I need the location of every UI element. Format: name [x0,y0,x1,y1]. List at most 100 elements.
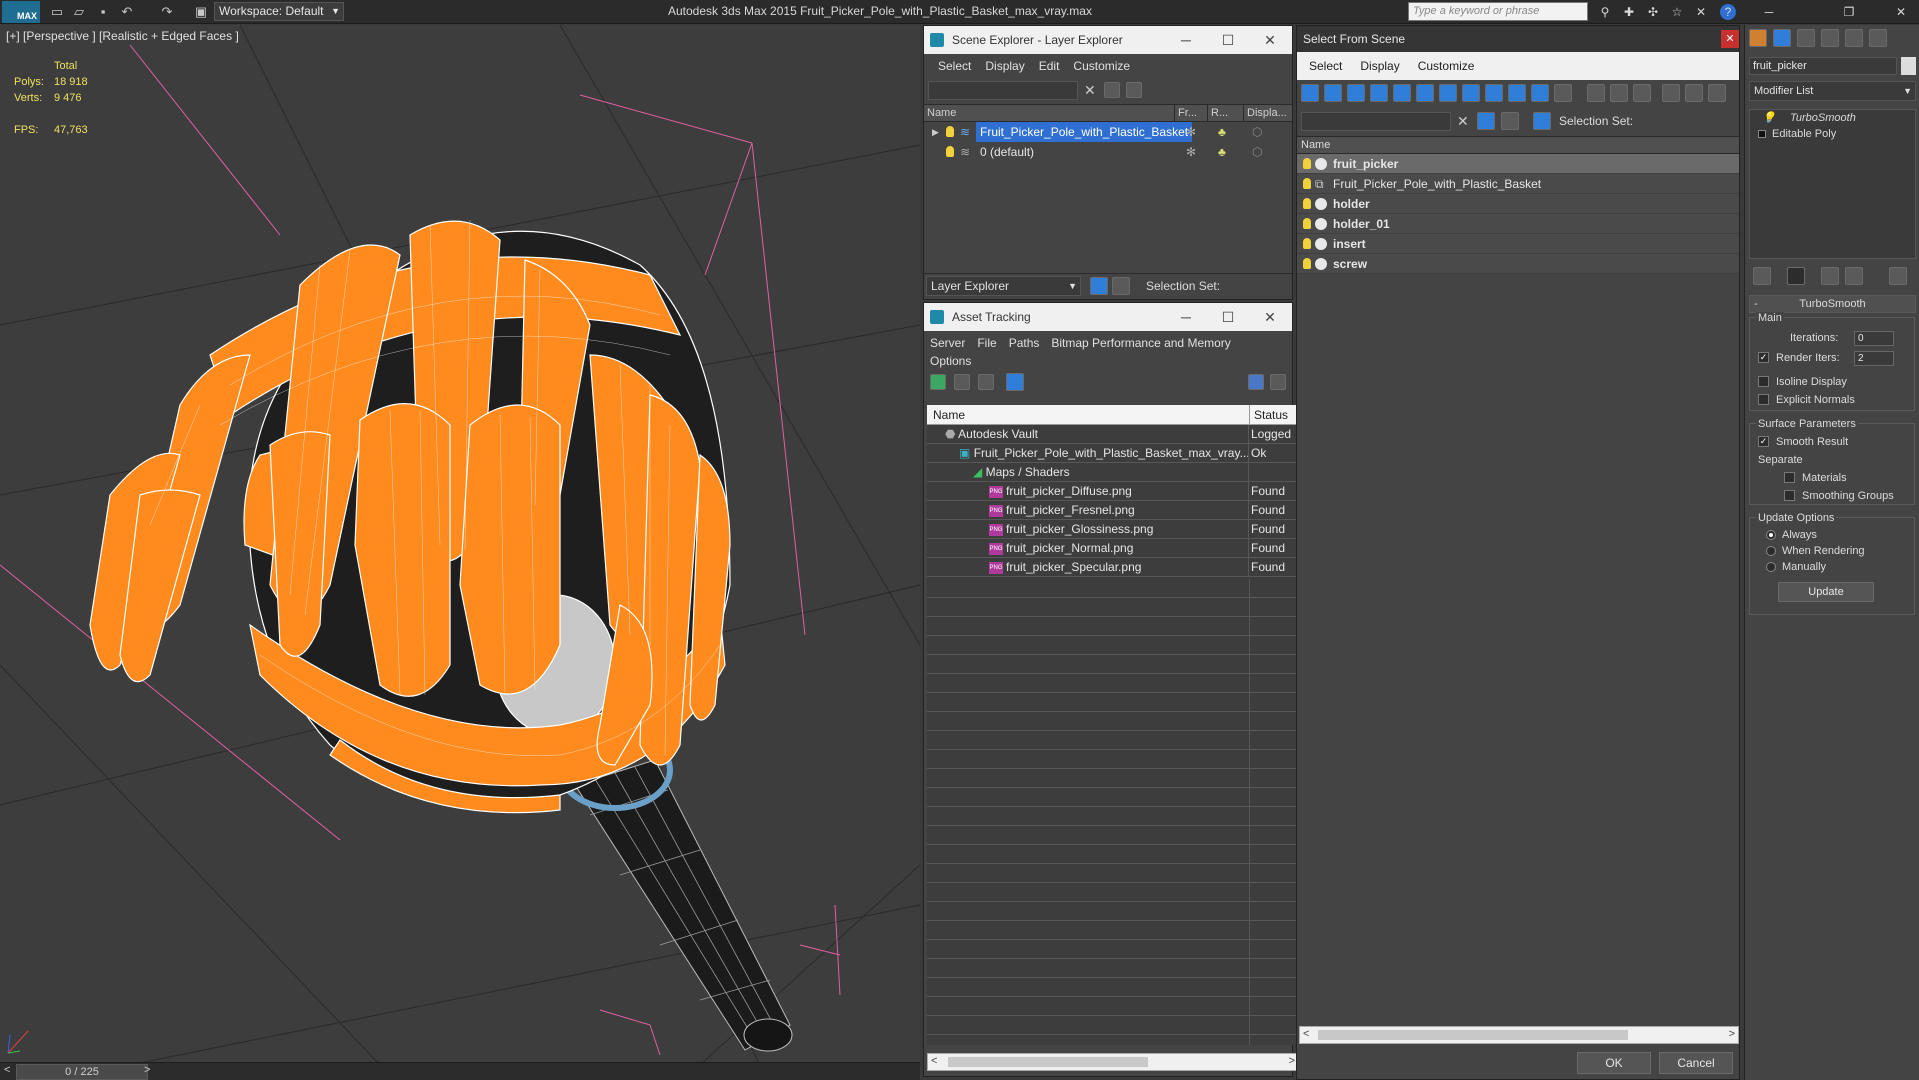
maximize-icon[interactable]: ☐ [1208,26,1248,54]
table-row[interactable]: ▣ Fruit_Picker_Pole_with_Plastic_Basket_… [927,444,1299,463]
layer-tools-icon[interactable] [1126,82,1142,98]
object-color-swatch[interactable] [1901,57,1916,75]
minimize-icon[interactable]: ─ [1166,26,1206,54]
light-bulb-icon[interactable] [946,146,954,157]
redo-icon[interactable]: ↷ [158,3,176,21]
render-teapot-icon[interactable]: ♣ [1218,122,1226,142]
render-teapot-icon[interactable]: ♣ [1218,142,1226,162]
geometry-filter-icon[interactable] [1301,84,1319,102]
list-item[interactable]: insert [1297,234,1739,254]
configure-sets-icon[interactable] [1889,267,1907,285]
list-item[interactable]: ⧉ Fruit_Picker_Pole_with_Plastic_Basket [1297,174,1739,194]
shape-filter-icon[interactable] [1324,84,1342,102]
xref-filter-icon[interactable] [1462,84,1480,102]
column-name[interactable]: Name [1297,136,1739,154]
smooth-result-checkbox[interactable]: ✓ [1758,436,1769,447]
list-item[interactable]: fruit_picker [1297,154,1739,174]
thumbnail-view-icon[interactable] [978,374,994,390]
hierarchy-tab-icon[interactable] [1797,29,1815,47]
open-icon[interactable]: ▱ [70,3,88,21]
perspective-viewport[interactable]: [+] [Perspective ] [Realistic + Edged Fa… [0,25,920,1065]
display-box-icon[interactable]: ⬡ [1252,142,1262,162]
render-iters-checkbox[interactable]: ✓ [1758,352,1769,363]
column-status[interactable]: Status [1249,405,1288,425]
layer-explorer-icon[interactable] [1090,277,1108,295]
spacewarp-filter-icon[interactable] [1416,84,1434,102]
pin-stack-icon[interactable] [1753,267,1771,285]
modifier-list-dropdown[interactable]: Modifier List ▼ [1749,81,1916,101]
invert-selection-icon[interactable] [1633,84,1651,102]
light-bulb-icon[interactable] [1303,218,1311,229]
light-bulb-icon[interactable] [946,126,954,137]
table-row[interactable]: PNG fruit_picker_Specular.png Found [927,558,1299,577]
select-none-icon[interactable] [1610,84,1628,102]
prev-frame-icon[interactable]: < [4,1064,10,1076]
viewport-label[interactable]: [+] [Perspective ] [Realistic + Edged Fa… [6,29,239,43]
filter-toggle-icon[interactable] [1477,112,1495,130]
light-bulb-icon[interactable] [1303,158,1311,169]
filter-icon[interactable] [1662,84,1680,102]
minimize-icon[interactable]: ─ [1166,303,1206,331]
find-field[interactable] [1301,112,1451,131]
collapse-icon[interactable]: - [1754,296,1758,312]
freeze-icon[interactable]: ✻ [1186,122,1196,142]
object-name-field[interactable]: fruit_picker [1749,57,1897,75]
scroll-thumb[interactable] [948,1057,1148,1067]
search-input[interactable]: Type a keyword or phrase [1408,2,1588,21]
star-icon[interactable]: ☆ [1668,3,1686,21]
help-icon[interactable]: ? [1720,4,1736,20]
menu-customize[interactable]: Customize [1418,52,1475,80]
close-icon[interactable]: ✕ [1250,303,1290,331]
bone-filter-icon[interactable] [1485,84,1503,102]
remove-modifier-icon[interactable] [1845,267,1863,285]
menu-options[interactable]: Options [930,352,1292,370]
new-icon[interactable]: ▭ [48,3,66,21]
save-icon[interactable]: ▪ [94,3,112,21]
horizontal-scrollbar[interactable]: < > [1299,1026,1739,1044]
freeze-icon[interactable]: ✻ [1186,142,1196,162]
container-filter-icon[interactable] [1508,84,1526,102]
layer-row[interactable]: ≋ 0 (default) ✻ ♣ ⬡ [924,142,1292,162]
communication-icon[interactable]: ✣ [1644,3,1662,21]
collapse-icon[interactable] [1708,84,1726,102]
time-slider[interactable]: < 0 / 225 > [0,1062,920,1080]
hierarchy-mode-icon[interactable] [1533,112,1551,130]
list-view-icon[interactable] [954,374,970,390]
materials-checkbox[interactable] [1784,472,1795,483]
scroll-left-icon[interactable]: < [931,1055,937,1067]
table-row[interactable]: PNG fruit_picker_Glossiness.png Found [927,520,1299,539]
filter-icon[interactable] [1104,82,1120,98]
help-icon[interactable] [1248,374,1264,390]
select-all-icon[interactable] [1587,84,1605,102]
stack-item-turbosmooth[interactable]: 💡 TurboSmooth [1750,110,1915,126]
column-name[interactable]: Name [924,105,956,122]
settings-icon[interactable] [1270,374,1286,390]
show-end-result-icon[interactable] [1787,267,1805,285]
undo-icon[interactable]: ↶ [118,3,136,21]
menu-select[interactable]: Select [934,54,981,78]
iterations-spinner[interactable]: 0 [1854,331,1894,346]
when-rendering-radio[interactable] [1766,546,1776,556]
group-filter-icon[interactable] [1439,84,1457,102]
hidden-filter-icon[interactable] [1554,84,1572,102]
explorer-type-dropdown[interactable]: Layer Explorer ▼ [926,276,1081,296]
close-icon[interactable]: ✕ [1721,30,1739,48]
list-item[interactable]: screw [1297,254,1739,274]
ok-button[interactable]: OK [1577,1052,1651,1074]
light-bulb-icon[interactable] [1303,238,1311,249]
layer-tools-icon[interactable] [1501,112,1519,130]
menu-select[interactable]: Select [1309,52,1342,80]
stack-item-editable-poly[interactable]: Editable Poly [1750,126,1915,142]
menu-paths[interactable]: Paths [1009,334,1040,352]
turbosmooth-rollout-header[interactable]: - TurboSmooth [1749,295,1916,313]
table-view-icon[interactable] [1006,373,1024,391]
explicit-normals-checkbox[interactable] [1758,394,1769,405]
list-item[interactable]: holder_01 [1297,214,1739,234]
menu-edit[interactable]: Edit [1035,54,1070,78]
table-row[interactable]: PNG fruit_picker_Fresnel.png Found [927,501,1299,520]
column-name[interactable]: Name [933,405,965,425]
always-radio[interactable] [1766,530,1776,540]
table-row[interactable]: ⬣ Autodesk Vault Logged [927,425,1299,444]
expand-icon[interactable] [1758,130,1766,138]
menu-display[interactable]: Display [981,54,1034,78]
